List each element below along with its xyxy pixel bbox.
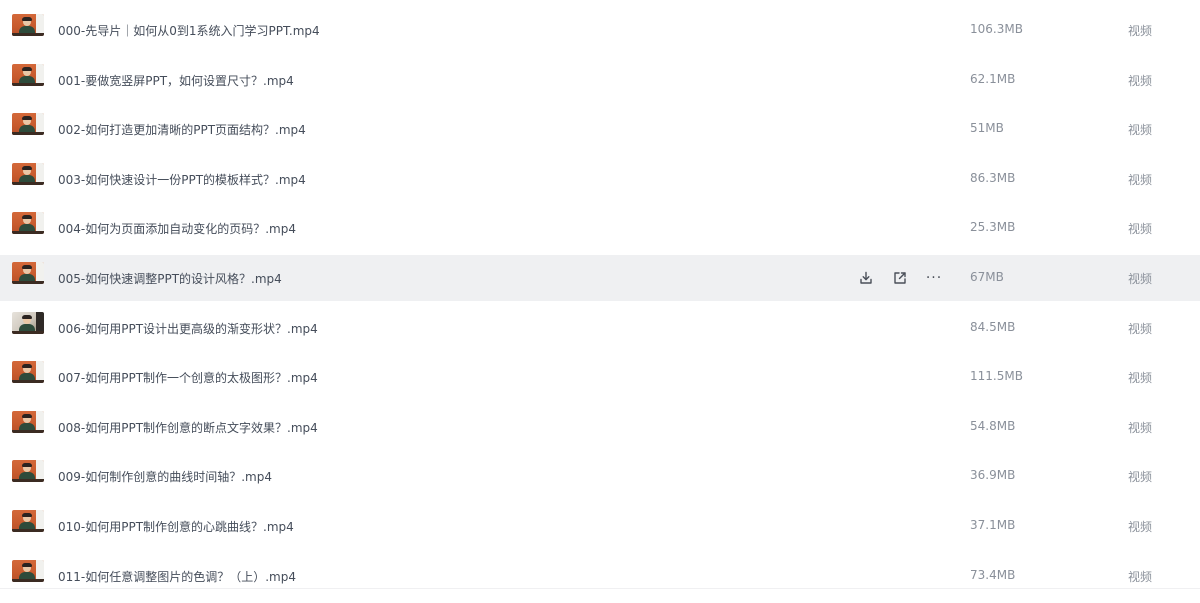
file-size: 67MB — [970, 270, 1004, 284]
file-row[interactable]: 007-如何用PPT制作一个创意的太极图形？.mp4 111.5MB 视频 — [0, 354, 1200, 400]
file-name[interactable]: 003-如何快速设计一份PPT的模板样式？.mp4 — [58, 171, 306, 188]
video-thumbnail[interactable] — [12, 212, 44, 235]
share-icon[interactable] — [891, 269, 909, 287]
file-name[interactable]: 011-如何任意调整图片的色调？（上）.mp4 — [58, 568, 296, 585]
video-thumbnail[interactable] — [12, 113, 44, 136]
file-name[interactable]: 002-如何打造更加清晰的PPT页面结构？.mp4 — [58, 121, 306, 138]
file-row[interactable]: 010-如何用PPT制作创意的心跳曲线？.mp4 37.1MB 视频 — [0, 503, 1200, 549]
file-type: 视频 — [1128, 73, 1153, 88]
file-row[interactable]: 000-先导片｜如何从0到1系统入门学习PPT.mp4 106.3MB 视频 — [0, 7, 1200, 53]
video-thumbnail[interactable] — [12, 510, 44, 532]
file-row[interactable]: 004-如何为页面添加自动变化的页码？.mp4 25.3MB 视频 — [0, 205, 1200, 251]
file-type: 视频 — [1128, 420, 1153, 435]
row-actions: ··· — [857, 268, 943, 288]
file-size: 73.4MB — [970, 567, 1016, 582]
file-name[interactable]: 000-先导片｜如何从0到1系统入门学习PPT.mp4 — [58, 22, 320, 39]
file-row[interactable]: 009-如何制作创意的曲线时间轴？.mp4 36.9MB 视频 — [0, 453, 1200, 499]
file-size: 86.3MB — [970, 170, 1016, 185]
file-type: 视频 — [1128, 569, 1153, 584]
file-size: 62.1MB — [970, 71, 1016, 86]
download-icon[interactable] — [857, 269, 875, 287]
video-thumbnail[interactable] — [12, 63, 44, 86]
file-row[interactable]: 006-如何用PPT设计出更高级的渐变形状？.mp4 84.5MB 视频 — [0, 305, 1200, 351]
file-name[interactable]: 008-如何用PPT制作创意的断点文字效果？.mp4 — [58, 419, 318, 436]
file-type: 视频 — [1128, 123, 1153, 138]
file-type: 视频 — [1128, 470, 1153, 485]
file-size: 84.5MB — [970, 319, 1016, 334]
file-type: 视频 — [1128, 371, 1153, 386]
file-name[interactable]: 006-如何用PPT设计出更高级的渐变形状？.mp4 — [58, 320, 318, 337]
file-row[interactable]: 008-如何用PPT制作创意的断点文字效果？.mp4 54.8MB 视频 — [0, 404, 1200, 450]
file-list: 000-先导片｜如何从0到1系统入门学习PPT.mp4 106.3MB 视频 001-… — [0, 0, 1200, 602]
video-thumbnail[interactable] — [12, 460, 44, 483]
file-row[interactable]: 001-要做宽竖屏PPT，如何设置尺寸？.mp4 62.1MB 视频 — [0, 57, 1200, 103]
file-name[interactable]: 010-如何用PPT制作创意的心跳曲线？.mp4 — [58, 518, 294, 535]
file-name[interactable]: 004-如何为页面添加自动变化的页码？.mp4 — [58, 220, 296, 237]
file-name[interactable]: 007-如何用PPT制作一个创意的太极图形？.mp4 — [58, 369, 318, 386]
video-thumbnail[interactable] — [12, 559, 44, 582]
file-type: 视频 — [1128, 24, 1153, 38]
file-row[interactable]: 003-如何快速设计一份PPT的模板样式？.mp4 86.3MB 视频 — [0, 156, 1200, 202]
file-type: 视频 — [1128, 520, 1153, 534]
file-size: 36.9MB — [970, 468, 1016, 483]
file-type: 视频 — [1128, 321, 1153, 336]
file-row[interactable]: 005-如何快速调整PPT的设计风格？.mp4 ··· 67MB 视频 — [0, 255, 1200, 301]
file-type: 视频 — [1128, 172, 1153, 187]
file-name[interactable]: 001-要做宽竖屏PPT，如何设置尺寸？.mp4 — [58, 72, 294, 89]
file-size: 54.8MB — [970, 418, 1016, 433]
more-icon[interactable]: ··· — [925, 269, 943, 287]
list-bottom-divider — [0, 588, 1200, 603]
file-size: 25.3MB — [970, 220, 1016, 235]
file-type: 视频 — [1128, 222, 1153, 237]
file-size: 111.5MB — [970, 369, 1023, 384]
file-size: 37.1MB — [970, 518, 1016, 532]
video-thumbnail[interactable] — [12, 14, 44, 36]
file-size: 51MB — [970, 121, 1004, 136]
video-thumbnail[interactable] — [12, 410, 44, 433]
file-type: 视频 — [1128, 272, 1153, 286]
file-row[interactable]: 002-如何打造更加清晰的PPT页面结构？.mp4 51MB 视频 — [0, 106, 1200, 152]
video-thumbnail[interactable] — [12, 262, 44, 284]
file-size: 106.3MB — [970, 22, 1023, 36]
file-name[interactable]: 009-如何制作创意的曲线时间轴？.mp4 — [58, 468, 272, 485]
video-thumbnail[interactable] — [12, 361, 44, 384]
file-name[interactable]: 005-如何快速调整PPT的设计风格？.mp4 — [58, 270, 282, 287]
video-thumbnail[interactable] — [12, 311, 44, 334]
video-thumbnail[interactable] — [12, 162, 44, 185]
